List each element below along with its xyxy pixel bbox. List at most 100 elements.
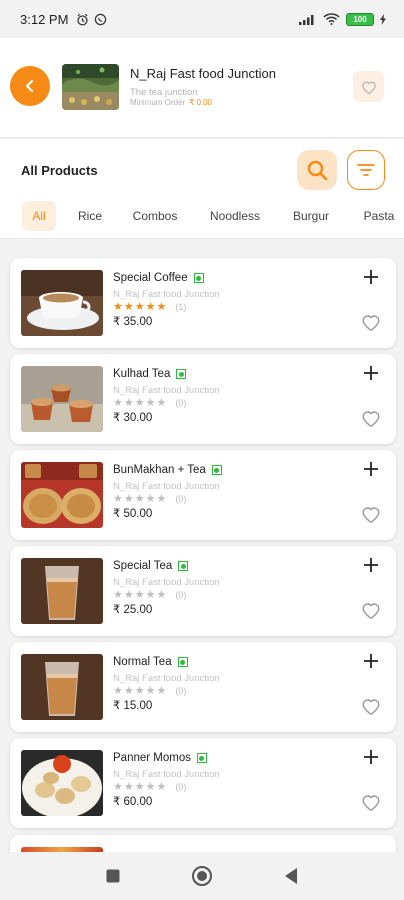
tab-pasta[interactable]: Pasta — [354, 201, 404, 231]
product-image-bunmakhan — [21, 462, 103, 528]
star-rating-icon: ★★★★★ — [113, 301, 168, 313]
product-store: N_Raj Fast food Junction — [113, 577, 220, 588]
add-to-cart-button[interactable] — [360, 554, 382, 576]
veg-indicator-icon — [193, 273, 204, 283]
tab-burgur[interactable]: Burgur — [284, 201, 338, 231]
product-store: N_Raj Fast food Junction — [113, 289, 220, 300]
veg-indicator-icon — [196, 753, 207, 763]
battery-icon: 100 — [346, 12, 374, 26]
product-store: N_Raj Fast food Junction — [113, 673, 220, 684]
home-icon[interactable] — [191, 865, 213, 887]
review-count: (1) — [175, 301, 187, 312]
tab-noodless[interactable]: Noodless — [202, 201, 268, 231]
minimum-order-value: ₹ 0.00 — [189, 98, 213, 107]
product-image-kulhad-tea — [21, 366, 103, 432]
favorite-button[interactable] — [359, 406, 383, 430]
product-image-coffee — [21, 270, 103, 336]
product-image-special-tea — [21, 558, 103, 624]
product-card-partial[interactable] — [10, 835, 396, 852]
alarm-icon — [77, 13, 89, 26]
product-card[interactable]: Normal Tea N_Raj Fast food Junction ★★★★… — [10, 642, 396, 732]
product-rating: ★★★★★ (0) — [113, 588, 186, 601]
favorite-button[interactable] — [359, 502, 383, 526]
product-image-panner-momos — [21, 750, 103, 816]
favorite-store-button[interactable] — [353, 71, 384, 102]
charging-icon — [380, 13, 386, 25]
minimum-order-label: Minimum Order — [130, 98, 186, 107]
product-rating: ★★★★★ (0) — [113, 396, 186, 409]
back-nav-icon[interactable] — [283, 867, 299, 885]
favorite-button[interactable] — [359, 598, 383, 622]
plus-icon — [364, 270, 378, 284]
product-rating: ★★★★★ (0) — [113, 684, 186, 697]
products-header: All Products All Rice Combos Noodless Bu… — [0, 139, 404, 239]
veg-indicator-icon — [178, 561, 189, 571]
product-name: BunMakhan + Tea — [113, 464, 206, 476]
plus-icon — [364, 750, 378, 764]
heart-icon — [362, 795, 380, 811]
product-store: N_Raj Fast food Junction — [113, 385, 220, 396]
product-card[interactable]: Kulhad Tea N_Raj Fast food Junction ★★★★… — [10, 354, 396, 444]
product-price: ₹ 60.00 — [113, 796, 153, 808]
review-count: (0) — [175, 685, 187, 696]
review-count: (0) — [175, 589, 187, 600]
filter-icon — [357, 164, 375, 176]
star-rating-icon: ★★★★★ — [113, 781, 168, 793]
back-button[interactable] — [10, 66, 50, 106]
store-image — [62, 64, 119, 110]
product-store: N_Raj Fast food Junction — [113, 481, 220, 492]
heart-icon — [362, 315, 380, 331]
filter-button[interactable] — [347, 150, 385, 190]
favorite-button[interactable] — [359, 694, 383, 718]
star-rating-icon: ★★★★★ — [113, 397, 168, 409]
tab-combos[interactable]: Combos — [124, 201, 186, 231]
store-name: N_Raj Fast food Junction — [130, 66, 276, 81]
product-price: ₹ 15.00 — [113, 700, 153, 712]
product-name: Special Tea — [113, 560, 173, 572]
recents-icon[interactable] — [105, 868, 121, 884]
favorite-button[interactable] — [359, 790, 383, 814]
chevron-left-icon — [25, 79, 34, 93]
add-to-cart-button[interactable] — [360, 746, 382, 768]
add-to-cart-button[interactable] — [360, 458, 382, 480]
store-subtitle: The tea junction — [130, 87, 198, 98]
product-store: N_Raj Fast food Junction — [113, 769, 220, 780]
heart-icon — [362, 603, 380, 619]
heart-icon — [362, 411, 380, 427]
review-count: (0) — [175, 781, 187, 792]
plus-icon — [364, 558, 378, 572]
review-count: (0) — [175, 397, 187, 408]
search-icon — [307, 160, 328, 181]
veg-indicator-icon — [176, 369, 187, 379]
veg-indicator-icon — [177, 657, 188, 667]
product-card[interactable]: Panner Momos N_Raj Fast food Junction ★★… — [10, 738, 396, 828]
minimum-order: Minimum Order ₹ 0.00 — [130, 98, 212, 107]
product-rating: ★★★★★ (0) — [113, 492, 186, 505]
tab-rice[interactable]: Rice — [70, 201, 110, 231]
store-header: N_Raj Fast food Junction The tea junctio… — [0, 38, 404, 138]
product-name: Kulhad Tea — [113, 368, 171, 380]
product-card[interactable]: Special Coffee N_Raj Fast food Junction … — [10, 258, 396, 348]
product-name: Special Coffee — [113, 272, 188, 284]
signal-icon — [299, 15, 314, 25]
favorite-button[interactable] — [359, 310, 383, 334]
section-title: All Products — [21, 163, 98, 178]
product-price: ₹ 50.00 — [113, 508, 153, 520]
product-card[interactable]: Special Tea N_Raj Fast food Junction ★★★… — [10, 546, 396, 636]
status-bar: 3:12 PM 100 — [0, 0, 404, 38]
tab-all[interactable]: All — [22, 201, 56, 231]
wifi-icon — [323, 13, 340, 25]
search-button[interactable] — [297, 150, 337, 190]
star-rating-icon: ★★★★★ — [113, 589, 168, 601]
product-image-normal-tea — [21, 654, 103, 720]
product-card[interactable]: BunMakhan + Tea N_Raj Fast food Junction… — [10, 450, 396, 540]
product-list: Special Coffee N_Raj Fast food Junction … — [0, 252, 404, 852]
heart-icon — [362, 699, 380, 715]
whatsapp-icon — [95, 13, 107, 25]
add-to-cart-button[interactable] — [360, 650, 382, 672]
heart-icon — [362, 507, 380, 523]
star-rating-icon: ★★★★★ — [113, 685, 168, 697]
product-price: ₹ 35.00 — [113, 316, 153, 328]
add-to-cart-button[interactable] — [360, 266, 382, 288]
add-to-cart-button[interactable] — [360, 362, 382, 384]
